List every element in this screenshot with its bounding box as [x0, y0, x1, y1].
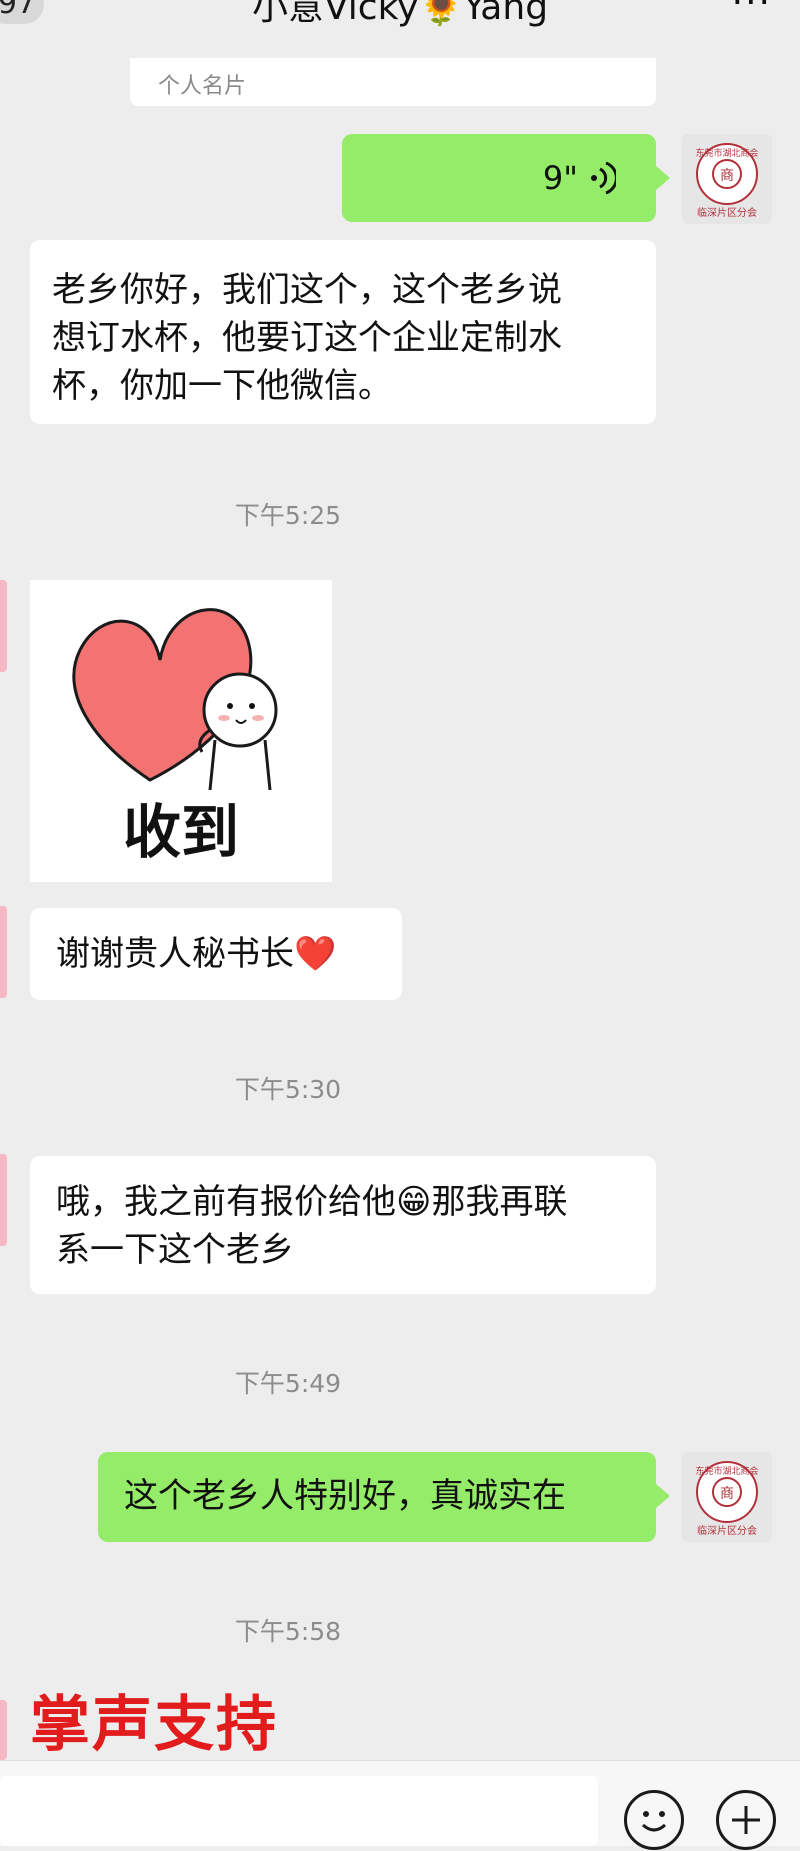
sender-avatar-edge: [0, 906, 7, 998]
timestamp: 下午5:25: [234, 501, 342, 530]
message-bubble[interactable]: 谢谢贵人秘书长❤️: [30, 908, 402, 1000]
svg-text:东莞市湖北商会: 东莞市湖北商会: [695, 1465, 758, 1477]
message-line: 杯，你加一下他微信。: [52, 366, 392, 406]
message-line: 想订水杯，他要订这个企业定制水: [52, 318, 562, 358]
message-bubble[interactable]: 哦，我之前有报价给他😁那我再联 系一下这个老乡: [30, 1156, 656, 1294]
message-input[interactable]: [0, 1776, 598, 1846]
message-bubble[interactable]: 这个老乡人特别好，真诚实在: [98, 1452, 656, 1542]
message-text: 谢谢贵人秘书长❤️: [56, 934, 337, 974]
svg-text:收到: 收到: [123, 798, 239, 866]
bubble-tail: [656, 166, 670, 190]
contact-card-label: 个人名片: [158, 74, 247, 99]
message-bubble[interactable]: 老乡你好，我们这个，这个老乡说 想订水杯，他要订这个企业定制水 杯，你加一下他微…: [30, 240, 656, 424]
heart-sticker-icon: 收到: [72, 608, 278, 866]
message-text: 这个老乡人特别好，真诚实在: [124, 1476, 566, 1516]
smile-icon[interactable]: [624, 1790, 684, 1850]
svg-text:临深片区分会: 临深片区分会: [697, 1524, 757, 1537]
svg-text:商: 商: [720, 168, 734, 184]
avatar[interactable]: 商 东莞市湖北商会 临深片区分会: [682, 1452, 772, 1542]
svg-text:东莞市湖北商会: 东莞市湖北商会: [695, 147, 758, 159]
sender-avatar-edge: [0, 1154, 7, 1246]
plus-icon[interactable]: [716, 1790, 776, 1850]
message-line: 老乡你好，我们这个，这个老乡说: [52, 270, 562, 310]
timestamp: 下午5:58: [234, 1617, 342, 1646]
voice-message-bubble[interactable]: 9": [342, 134, 656, 222]
applause-text: 掌声支持: [30, 1690, 278, 1760]
chat-title: 小意Vicky🌻Yang: [251, 0, 549, 28]
svg-text:临深片区分会: 临深片区分会: [697, 206, 757, 219]
timestamp: 下午5:30: [234, 1075, 342, 1104]
sender-avatar-edge: [0, 1700, 7, 1760]
voice-wave-icon: [591, 161, 616, 195]
message-line: 系一下这个老乡: [56, 1230, 294, 1270]
avatar[interactable]: 商 东莞市湖北商会 临深片区分会: [682, 134, 772, 224]
sender-avatar-edge: [0, 580, 7, 672]
bubble-tail: [656, 1484, 670, 1508]
more-icon[interactable]: ···: [732, 0, 772, 23]
voice-duration: 9": [542, 159, 578, 197]
message-line: 哦，我之前有报价给他😁那我再联: [56, 1182, 568, 1222]
sticker-image[interactable]: 收到: [30, 580, 332, 882]
svg-text:商: 商: [720, 1486, 734, 1502]
association-seal-icon: 商 东莞市湖北商会 临深片区分会: [682, 1452, 772, 1542]
timestamp: 下午5:49: [234, 1369, 342, 1398]
association-seal-icon: 商 东莞市湖北商会 临深片区分会: [682, 134, 772, 224]
